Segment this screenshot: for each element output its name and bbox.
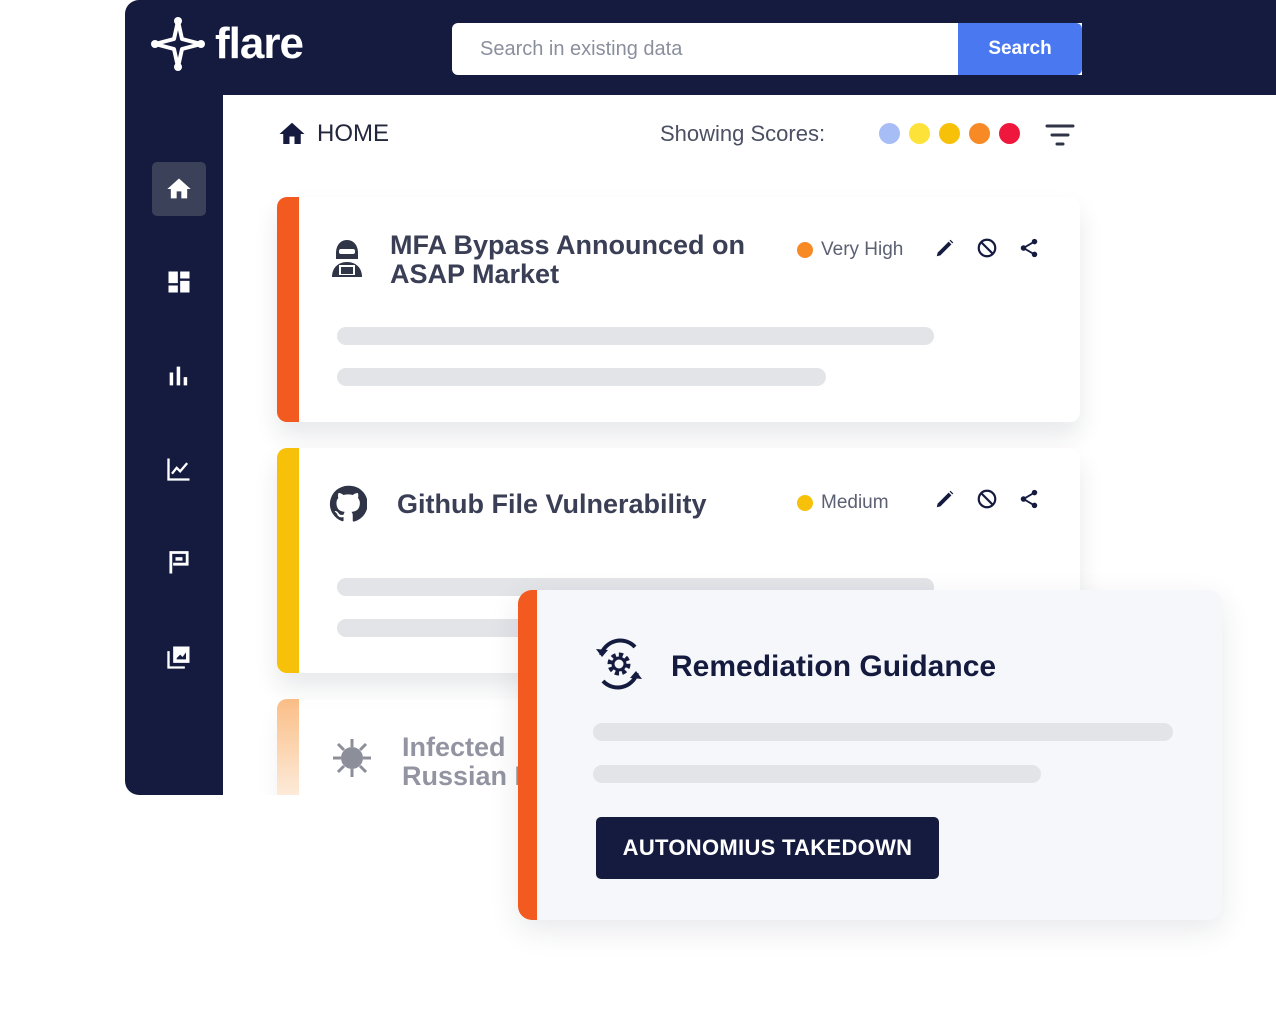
- library-icon: [167, 646, 190, 669]
- gear-sync-icon: [596, 638, 642, 690]
- line-chart-icon: [167, 458, 190, 481]
- remediation-panel: Remediation Guidance AUTONOMIUS TAKEDOWN: [518, 590, 1222, 920]
- severity-stripe: [277, 448, 299, 673]
- alert-card[interactable]: MFA Bypass Announced on ASAP Market Very …: [277, 197, 1080, 422]
- severity-stripe: [518, 590, 537, 920]
- sidebar-item-trends[interactable]: [152, 442, 206, 496]
- flare-star-icon: [151, 17, 205, 71]
- sidebar-item-home[interactable]: [152, 162, 206, 216]
- sidebar-item-reports[interactable]: [152, 536, 206, 590]
- severity-badge: Very High: [797, 239, 903, 261]
- flag-icon: [169, 551, 189, 574]
- filter-icon[interactable]: [1045, 123, 1075, 147]
- search-button[interactable]: Search: [958, 23, 1082, 75]
- scores-label: Showing Scores:: [660, 121, 826, 146]
- github-icon: [329, 485, 367, 522]
- breadcrumb-label: HOME: [317, 120, 389, 147]
- autonomius-takedown-button[interactable]: AUTONOMIUS TAKEDOWN: [596, 817, 939, 879]
- severity-stripe: [277, 699, 299, 795]
- alert-title: Github File Vulnerability: [397, 489, 707, 519]
- placeholder-line: [337, 368, 826, 386]
- score-dot[interactable]: [909, 123, 930, 144]
- share-icon[interactable]: [1018, 237, 1040, 259]
- score-dot[interactable]: [999, 123, 1020, 144]
- card-actions: [934, 237, 1040, 259]
- share-icon[interactable]: [1018, 488, 1040, 510]
- severity-badge: Medium: [797, 492, 889, 514]
- edit-icon[interactable]: [934, 237, 956, 259]
- sidebar-item-dashboard[interactable]: [152, 255, 206, 309]
- remediation-title: Remediation Guidance: [671, 650, 997, 683]
- home-icon: [167, 178, 191, 199]
- block-icon[interactable]: [976, 488, 998, 510]
- card-actions: [934, 488, 1040, 510]
- dashboard-icon: [168, 271, 190, 293]
- placeholder-line: [337, 327, 934, 345]
- home-icon: [279, 122, 305, 144]
- sidebar-item-library[interactable]: [152, 630, 206, 684]
- sidebar-item-analytics[interactable]: [152, 349, 206, 403]
- alert-title: Infected Russian M: [402, 732, 538, 791]
- breadcrumb[interactable]: HOME: [277, 119, 389, 149]
- virus-icon: [333, 739, 371, 777]
- brand-name: flare: [215, 19, 304, 68]
- block-icon[interactable]: [976, 237, 998, 259]
- placeholder-line: [593, 765, 1041, 783]
- bar-chart-icon: [169, 366, 188, 386]
- score-dot[interactable]: [969, 123, 990, 144]
- hacker-icon: [332, 240, 362, 277]
- sidebar: [125, 95, 223, 795]
- score-dot[interactable]: [939, 123, 960, 144]
- flare-logo[interactable]: flare: [151, 14, 304, 74]
- edit-icon[interactable]: [934, 488, 956, 510]
- alert-title: MFA Bypass Announced on ASAP Market: [390, 230, 746, 289]
- placeholder-line: [593, 723, 1173, 741]
- severity-stripe: [277, 197, 299, 422]
- score-filter-dots[interactable]: [879, 123, 1020, 144]
- score-dot[interactable]: [879, 123, 900, 144]
